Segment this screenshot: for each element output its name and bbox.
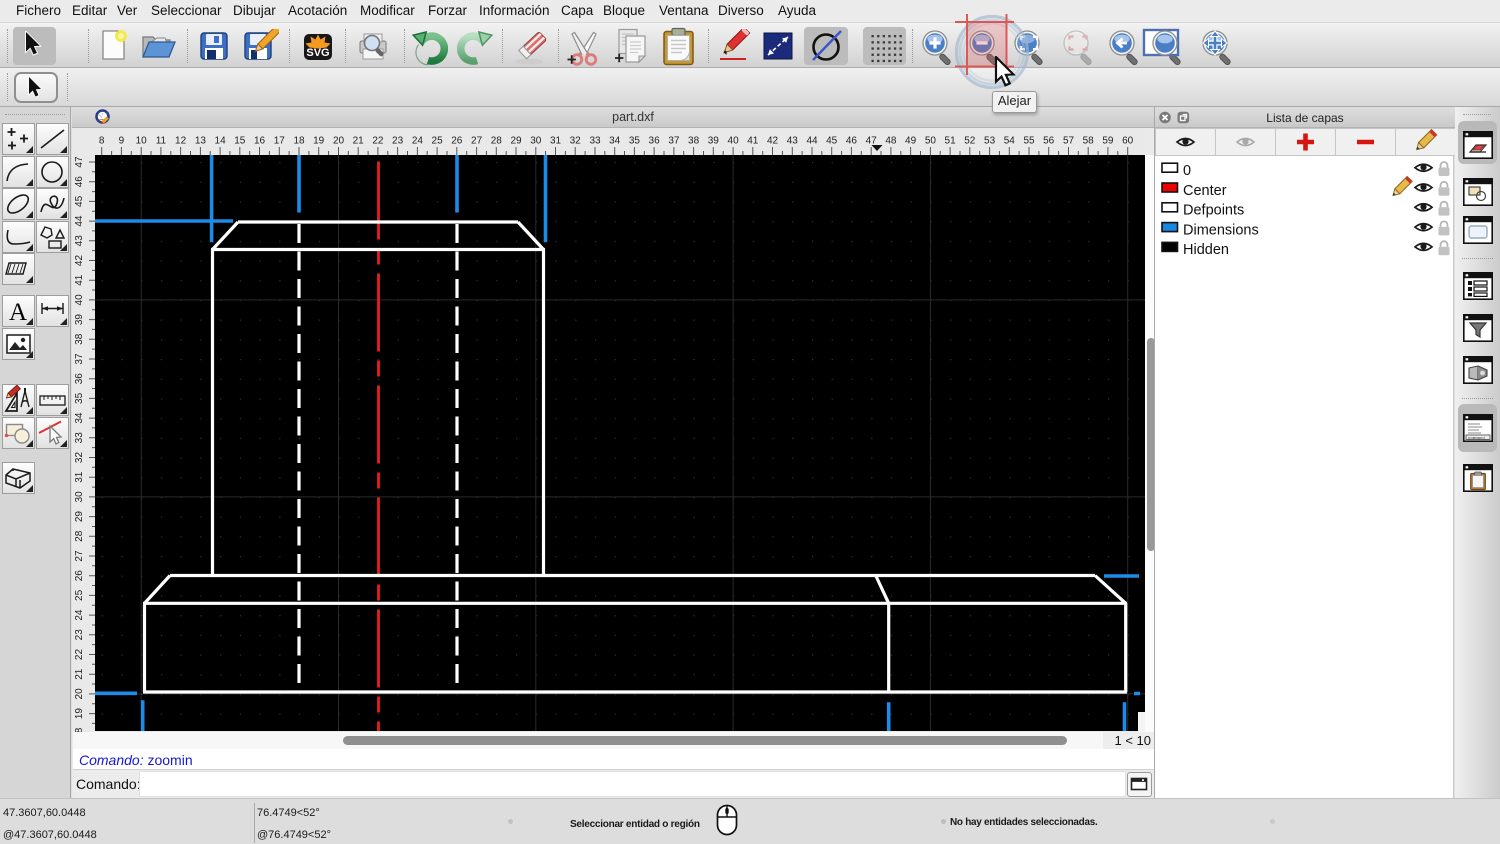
svg-text:25: 25	[74, 589, 85, 601]
svg-text:55: 55	[1023, 136, 1035, 147]
svg-text:22: 22	[372, 136, 384, 147]
svg-text:16: 16	[254, 136, 266, 147]
svg-text:46: 46	[846, 136, 858, 147]
svg-text:54: 54	[1004, 136, 1016, 147]
svg-text:32: 32	[570, 136, 582, 147]
svg-text:12: 12	[175, 136, 187, 147]
svg-text:19: 19	[313, 136, 325, 147]
svg-text:28: 28	[491, 136, 503, 147]
svg-text:36: 36	[649, 136, 661, 147]
svg-text:53: 53	[984, 136, 996, 147]
svg-text:51: 51	[945, 136, 957, 147]
svg-text:35: 35	[629, 136, 641, 147]
svg-text:13: 13	[195, 136, 207, 147]
svg-text:25: 25	[432, 136, 444, 147]
svg-text:31: 31	[74, 471, 85, 483]
svg-text:19: 19	[74, 708, 85, 720]
svg-text:47: 47	[74, 156, 85, 168]
svg-text:29: 29	[510, 136, 522, 147]
svg-text:41: 41	[747, 136, 759, 147]
svg-text:20: 20	[333, 136, 345, 147]
svg-text:40: 40	[728, 136, 740, 147]
svg-text:49: 49	[905, 136, 917, 147]
svg-text:24: 24	[74, 609, 85, 621]
svg-text:50: 50	[925, 136, 937, 147]
svg-text:18: 18	[293, 136, 305, 147]
svg-text:37: 37	[668, 136, 680, 147]
svg-text:44: 44	[74, 215, 85, 227]
svg-text:39: 39	[708, 136, 720, 147]
svg-text:42: 42	[767, 136, 779, 147]
svg-text:33: 33	[589, 136, 601, 147]
svg-text:29: 29	[74, 511, 85, 523]
svg-text:38: 38	[74, 333, 85, 345]
svg-text:34: 34	[609, 136, 621, 147]
svg-text:59: 59	[1102, 136, 1114, 147]
svg-text:Defpoints: Defpoints	[1183, 203, 1244, 219]
svg-text:33: 33	[74, 432, 85, 444]
svg-text:36: 36	[74, 373, 85, 385]
svg-text:42: 42	[74, 255, 85, 267]
svg-text:28: 28	[74, 530, 85, 542]
svg-text:27: 27	[471, 136, 483, 147]
svg-text:37: 37	[74, 353, 85, 365]
svg-text:24: 24	[412, 136, 424, 147]
svg-text:11: 11	[156, 136, 167, 147]
svg-text:30: 30	[74, 491, 85, 503]
svg-text:0: 0	[1183, 163, 1191, 179]
svg-text:38: 38	[688, 136, 700, 147]
svg-text:15: 15	[234, 136, 246, 147]
svg-text:45: 45	[74, 195, 85, 207]
svg-text:43: 43	[74, 235, 85, 247]
svg-text:34: 34	[74, 412, 85, 424]
svg-text:17: 17	[274, 136, 286, 147]
svg-text:56: 56	[1043, 136, 1055, 147]
svg-text:26: 26	[74, 570, 85, 582]
svg-text:52: 52	[964, 136, 976, 147]
svg-text:21: 21	[74, 668, 85, 680]
svg-text:20: 20	[74, 688, 85, 700]
svg-text:60: 60	[1122, 136, 1134, 147]
svg-text:31: 31	[550, 136, 562, 147]
svg-text:Hidden: Hidden	[1183, 242, 1229, 258]
svg-text:Dimensions: Dimensions	[1183, 222, 1259, 238]
svg-text:47: 47	[866, 136, 878, 147]
svg-text:30: 30	[530, 136, 542, 147]
svg-text:10: 10	[136, 136, 148, 147]
svg-text:40: 40	[74, 294, 85, 306]
svg-text:A: A	[9, 299, 27, 326]
svg-text:58: 58	[1083, 136, 1095, 147]
svg-text:22: 22	[74, 649, 85, 661]
svg-text:command: command	[1468, 436, 1485, 441]
svg-text:39: 39	[74, 314, 85, 326]
svg-text:14: 14	[215, 136, 227, 147]
svg-text:Center: Center	[1183, 183, 1227, 199]
svg-text:35: 35	[74, 392, 85, 404]
svg-text:41: 41	[74, 274, 85, 286]
svg-text:32: 32	[74, 452, 85, 464]
svg-text:21: 21	[353, 136, 365, 147]
svg-text:44: 44	[806, 136, 818, 147]
svg-text:23: 23	[392, 136, 404, 147]
svg-text:48: 48	[885, 136, 897, 147]
svg-text:8: 8	[99, 136, 105, 147]
svg-text:45: 45	[826, 136, 838, 147]
svg-text:26: 26	[451, 136, 463, 147]
svg-text:27: 27	[74, 550, 85, 562]
svg-text:9: 9	[119, 136, 125, 147]
svg-text:43: 43	[787, 136, 799, 147]
svg-text:57: 57	[1063, 136, 1075, 147]
svg-text:46: 46	[74, 176, 85, 188]
svg-text:23: 23	[74, 629, 85, 641]
